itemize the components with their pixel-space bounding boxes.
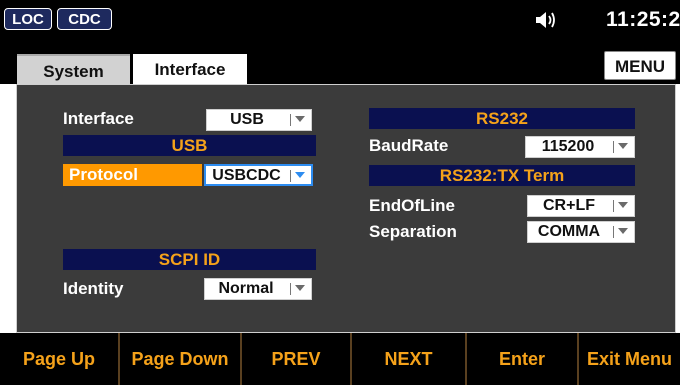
- chevron-down-icon: [295, 285, 305, 291]
- interface-label: Interface: [63, 109, 134, 128]
- settings-panel: Interface USB USB Protocol USBCDC SCPI I…: [16, 84, 676, 333]
- enter-softkey[interactable]: Enter: [467, 333, 579, 385]
- instrument-screen: LOC CDC 11:25:27 System Interface MENU I…: [0, 0, 680, 385]
- exit-menu-softkey[interactable]: Exit Menu: [579, 333, 680, 385]
- menu-button[interactable]: MENU: [604, 51, 676, 80]
- endofline-value: CR+LF: [543, 197, 595, 214]
- baudrate-dropdown[interactable]: 115200: [525, 136, 635, 158]
- baudrate-label: BaudRate: [369, 136, 449, 155]
- protocol-dropdown[interactable]: USBCDC: [204, 164, 313, 186]
- cdc-badge: CDC: [57, 8, 112, 30]
- identity-dropdown[interactable]: Normal: [204, 278, 312, 300]
- separation-value: COMMA: [537, 223, 601, 240]
- chevron-down-icon: [618, 143, 628, 149]
- baudrate-value: 115200: [541, 138, 595, 155]
- scpi-id-header: SCPI ID: [63, 249, 316, 270]
- status-bar: LOC CDC 11:25:27: [0, 0, 680, 42]
- rs232-tx-term-header: RS232:TX Term: [369, 165, 635, 186]
- chevron-down-icon: [295, 172, 305, 178]
- tab-row: System Interface MENU: [0, 42, 680, 84]
- chevron-down-icon: [618, 202, 628, 208]
- page-down-softkey[interactable]: Page Down: [120, 333, 242, 385]
- next-softkey[interactable]: NEXT: [352, 333, 467, 385]
- interface-dropdown[interactable]: USB: [206, 109, 312, 131]
- usb-header: USB: [63, 135, 316, 156]
- softkey-bar: Page Up Page Down PREV NEXT Enter Exit M…: [0, 333, 680, 385]
- endofline-dropdown[interactable]: CR+LF: [527, 195, 635, 217]
- identity-value: Normal: [218, 280, 274, 297]
- prev-softkey[interactable]: PREV: [242, 333, 352, 385]
- identity-label: Identity: [63, 279, 124, 298]
- protocol-value: USBCDC: [212, 167, 281, 184]
- endofline-label: EndOfLine: [369, 196, 455, 215]
- speaker-icon: [536, 12, 555, 28]
- chevron-down-icon: [618, 228, 628, 234]
- tab-system[interactable]: System: [17, 54, 130, 84]
- separation-dropdown[interactable]: COMMA: [527, 221, 635, 243]
- tab-interface[interactable]: Interface: [133, 54, 247, 84]
- protocol-label[interactable]: Protocol: [63, 164, 202, 186]
- interface-value: USB: [230, 111, 264, 128]
- page-up-softkey[interactable]: Page Up: [0, 333, 120, 385]
- separation-label: Separation: [369, 222, 457, 241]
- chevron-down-icon: [295, 116, 305, 122]
- loc-badge: LOC: [4, 8, 52, 30]
- clock: 11:25:27: [606, 8, 680, 31]
- rs232-header: RS232: [369, 108, 635, 129]
